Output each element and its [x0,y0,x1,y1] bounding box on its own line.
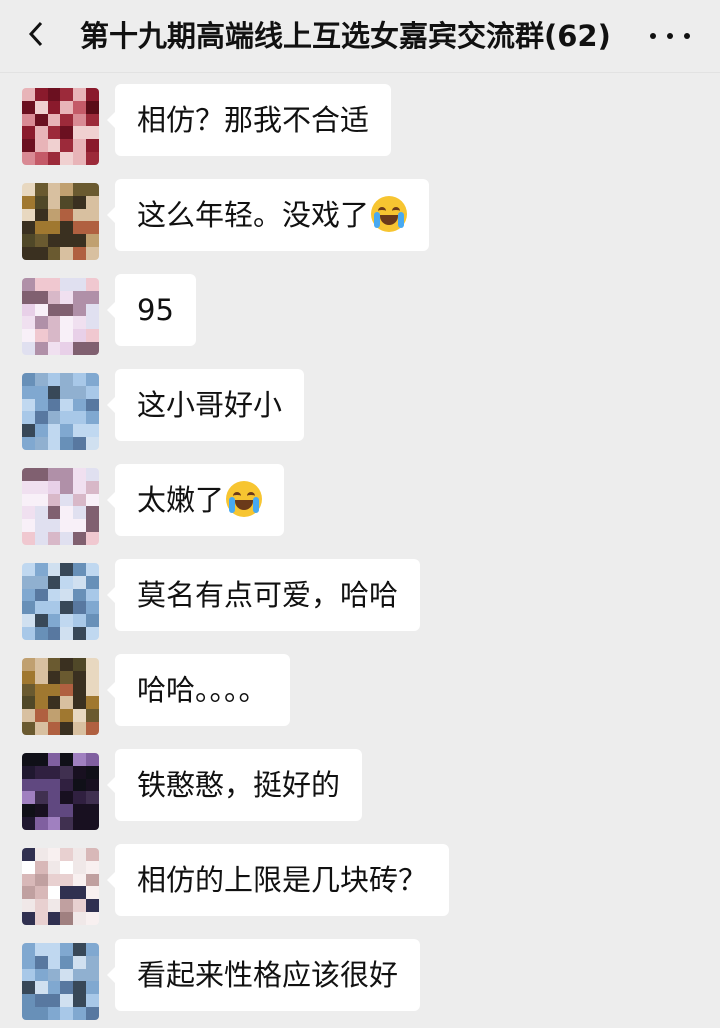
message-text: 95 [137,293,174,327]
message-text: 看起来性格应该很好 [137,958,399,992]
message-row: 看起来性格应该很好 [0,935,720,1020]
message-bubble[interactable]: 这么年轻。没戏了 [106,179,430,251]
avatar[interactable] [22,373,99,450]
message-row: 这小哥好小 [0,365,720,450]
tears-of-joy-face-icon [226,481,263,517]
message-bubble[interactable]: 相仿的上限是几块砖？ [106,844,450,916]
message-row: 莫名有点可爱，哈哈 [0,555,720,640]
message-bubble[interactable]: 95 [107,274,196,346]
message-bubble[interactable]: 这小哥好小 [106,369,305,441]
message-row: 铁憨憨，挺好的 [0,745,720,830]
message-row: 这么年轻。没戏了 [0,175,720,260]
back-button[interactable] [18,16,54,52]
message-text: 莫名有点可爱，哈哈 [137,578,399,612]
avatar[interactable] [22,88,99,165]
message-row: 相仿？那我不合适 [0,80,720,165]
message-bubble[interactable]: 太嫩了 [106,464,285,536]
message-text: 这么年轻。没戏了 [137,198,370,232]
more-dots-icon [650,33,656,39]
more-button[interactable] [650,22,690,50]
message-text: 太嫩了 [137,483,225,517]
chat-header: 第十九期高端线上互选女嘉宾交流群(62) [0,0,720,73]
message-row: 哈哈。。。。 [0,650,720,735]
chevron-left-icon [28,21,43,47]
avatar[interactable] [22,848,99,925]
message-text: 哈哈。。。。 [137,673,268,707]
avatar[interactable] [22,183,99,260]
loudly-crying-face-icon [371,196,408,232]
message-row: 太嫩了 [0,460,720,545]
message-text: 铁憨憨，挺好的 [137,768,341,802]
avatar[interactable] [22,563,99,640]
message-bubble[interactable]: 铁憨憨，挺好的 [106,749,363,821]
message-row: 相仿的上限是几块砖？ [0,840,720,925]
avatar[interactable] [22,278,99,355]
message-bubble[interactable]: 看起来性格应该很好 [106,939,421,1011]
avatar[interactable] [22,468,99,545]
message-bubble[interactable]: 相仿？那我不合适 [106,84,392,156]
avatar[interactable] [22,753,99,830]
message-text: 相仿的上限是几块砖？ [137,863,428,897]
message-text: 这小哥好小 [137,388,283,422]
message-row: 95 [0,270,720,355]
avatar[interactable] [22,943,99,1020]
message-bubble[interactable]: 哈哈。。。。 [107,654,290,726]
avatar[interactable] [22,658,99,735]
message-bubble[interactable]: 莫名有点可爱，哈哈 [106,559,421,631]
chat-title: 第十九期高端线上互选女嘉宾交流群(62) [80,19,611,53]
message-text: 相仿？那我不合适 [137,103,370,137]
